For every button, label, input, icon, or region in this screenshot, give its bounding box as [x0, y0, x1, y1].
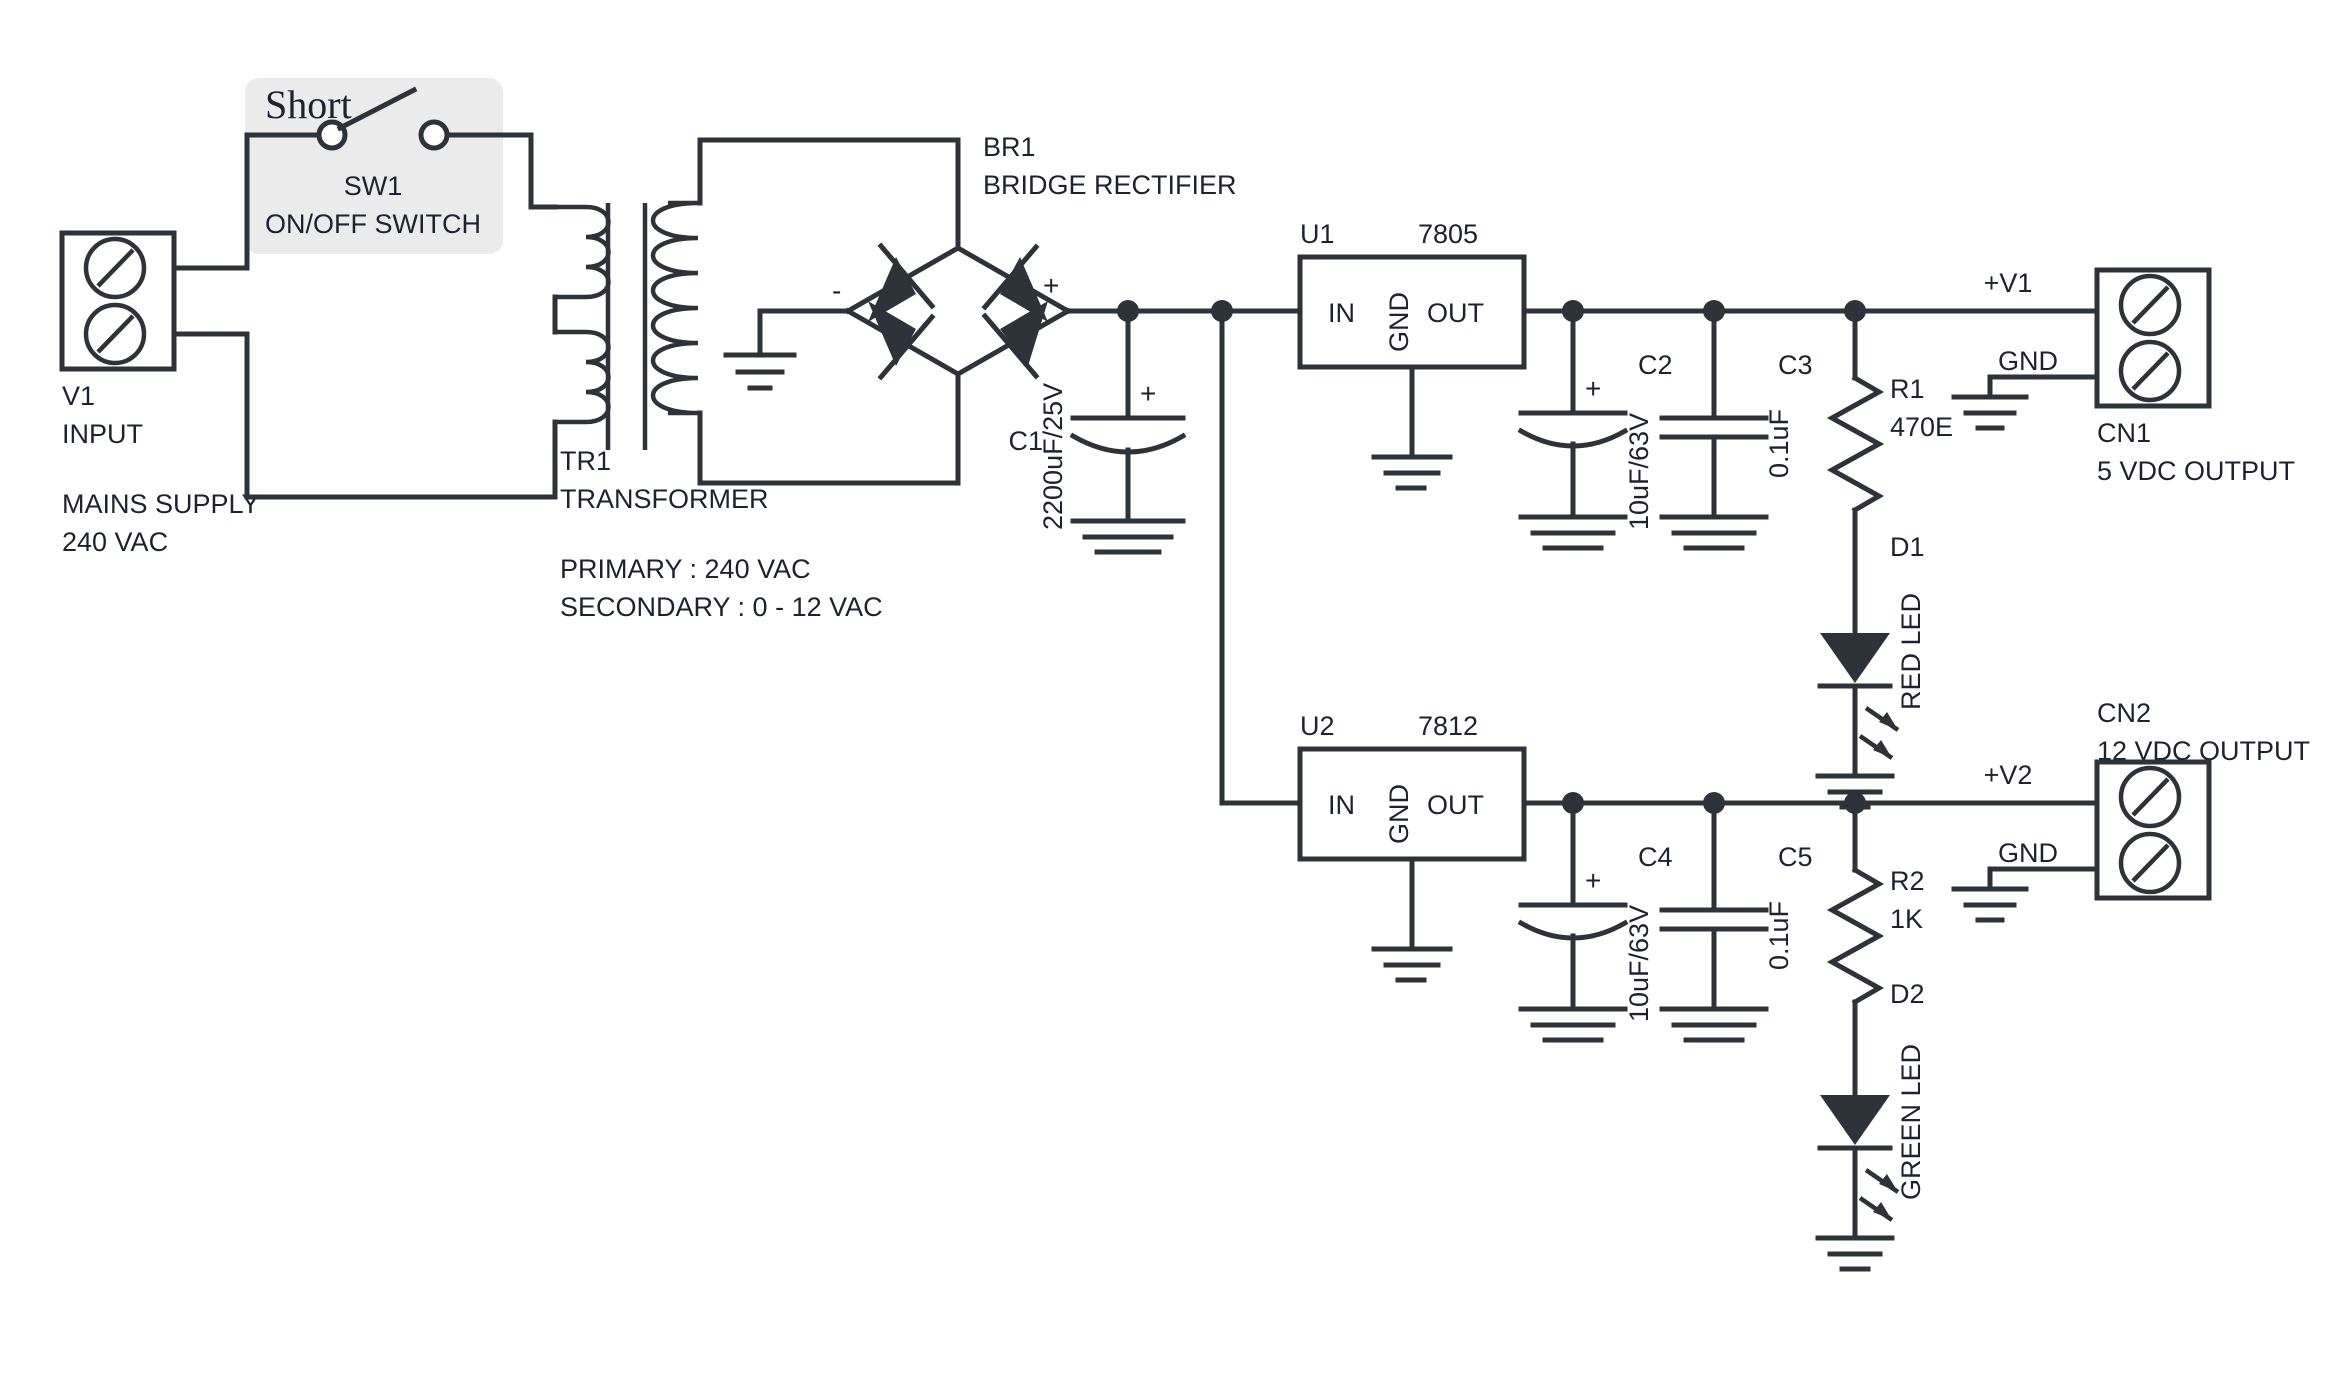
wire-to-u2-in — [1219, 308, 1303, 806]
c5-value: 0.1uF — [1764, 901, 1794, 970]
led-d2 — [1817, 1079, 1900, 1241]
c4-polarity: + — [1585, 865, 1601, 896]
d1-ref: D1 — [1890, 532, 1925, 562]
led-d1 — [1817, 587, 1900, 779]
r1-ref: R1 — [1890, 374, 1925, 404]
ground-symbol-d2 — [1815, 1235, 1895, 1272]
schematic-canvas: V1 INPUT MAINS SUPPLY 240 VAC Short SW1 … — [0, 0, 2341, 1393]
wire-bridge-minus-to-gnd — [757, 308, 851, 358]
cn2-rail-label: +V2 — [1984, 760, 2033, 790]
sw1-terminal-right[interactable] — [418, 119, 450, 151]
u2-pin-gnd: GND — [1384, 784, 1414, 844]
c4-value: 10uF/63V — [1624, 905, 1654, 1022]
sw1-ref: SW1 — [344, 171, 403, 201]
c2-value: 10uF/63V — [1624, 413, 1654, 530]
capacitor-c2 — [1517, 308, 1629, 551]
cn1-rail-label: +V1 — [1984, 268, 2033, 298]
u2-part: 7812 — [1418, 711, 1478, 741]
r2-value: 1K — [1890, 904, 1923, 934]
capacitor-c1 — [1069, 308, 1187, 555]
c1-value: 2200uF/25V — [1038, 383, 1068, 530]
u1-part: 7805 — [1418, 219, 1478, 249]
u1-ref: U1 — [1300, 219, 1335, 249]
br1-plus-label: + — [1043, 270, 1059, 301]
tr1-name: TRANSFORMER — [560, 484, 769, 514]
cn2-gnd-label: GND — [1998, 838, 2058, 868]
u1-pin-in: IN — [1328, 298, 1355, 328]
wire-cn2-gnd — [1987, 866, 2100, 892]
circuit-schematic: V1 INPUT MAINS SUPPLY 240 VAC Short SW1 … — [59, 78, 2310, 1272]
r2-ref: R2 — [1890, 866, 1925, 896]
u2-pin-out: OUT — [1427, 790, 1484, 820]
u1-pin-gnd: GND — [1384, 292, 1414, 352]
ground-symbol-bridge — [723, 352, 797, 391]
c5-ref: C5 — [1778, 842, 1813, 872]
capacitor-c5 — [1659, 800, 1769, 1043]
resistor-r2 — [1826, 800, 1885, 1085]
d2-value: GREEN LED — [1896, 1044, 1926, 1200]
wire-secondary-top — [697, 137, 961, 206]
cn2-ref: CN2 — [2097, 698, 2151, 728]
c4-ref: C4 — [1638, 842, 1673, 872]
v1-name: INPUT — [62, 419, 143, 449]
capacitor-c3 — [1659, 308, 1769, 551]
v1-note1: MAINS SUPPLY — [62, 489, 260, 519]
sw1-name: ON/OFF SWITCH — [265, 209, 481, 239]
regulator-u2 — [1297, 746, 1527, 983]
tr1-ref: TR1 — [560, 446, 611, 476]
connector-cn1[interactable] — [2094, 267, 2212, 409]
cn1-ref: CN1 — [2097, 418, 2151, 448]
resistor-r1 — [1826, 308, 1885, 593]
d2-ref: D2 — [1890, 979, 1925, 1009]
br1-name: BRIDGE RECTIFIER — [983, 170, 1237, 200]
u2-pin-in: IN — [1328, 790, 1355, 820]
ground-symbol-cn2 — [1951, 886, 2029, 923]
r1-value: 470E — [1890, 412, 1953, 442]
cn1-gnd-label: GND — [1998, 346, 2058, 376]
v1-ref: V1 — [62, 381, 95, 411]
regulator-u1 — [1297, 254, 1527, 491]
br1-minus-label: - — [832, 275, 841, 306]
v1-note2: 240 VAC — [62, 527, 168, 557]
cn1-name: 5 VDC OUTPUT — [2097, 456, 2295, 486]
connector-v1[interactable] — [59, 230, 177, 372]
wire-v1-to-transformer-bottom — [171, 331, 558, 500]
c2-ref: C2 — [1638, 350, 1673, 380]
u2-ref: U2 — [1300, 711, 1335, 741]
wire-secondary-bottom — [697, 410, 961, 486]
wire-v1-to-sw1 — [171, 132, 250, 271]
u1-pin-out: OUT — [1427, 298, 1484, 328]
connector-cn2[interactable] — [2094, 759, 2212, 901]
c2-polarity: + — [1585, 373, 1601, 404]
c3-ref: C3 — [1778, 350, 1813, 380]
wire-cn1-gnd — [1987, 374, 2100, 400]
tr1-spec-primary: PRIMARY : 240 VAC — [560, 554, 811, 584]
short-annotation: Short — [265, 82, 352, 127]
ground-symbol-cn1 — [1951, 394, 2029, 431]
capacitor-c4 — [1517, 800, 1629, 1043]
c3-value: 0.1uF — [1764, 409, 1794, 478]
tr1-spec-secondary: SECONDARY : 0 - 12 VAC — [560, 592, 883, 622]
br1-ref: BR1 — [983, 132, 1036, 162]
d1-value: RED LED — [1896, 593, 1926, 710]
c1-polarity: + — [1140, 378, 1156, 409]
